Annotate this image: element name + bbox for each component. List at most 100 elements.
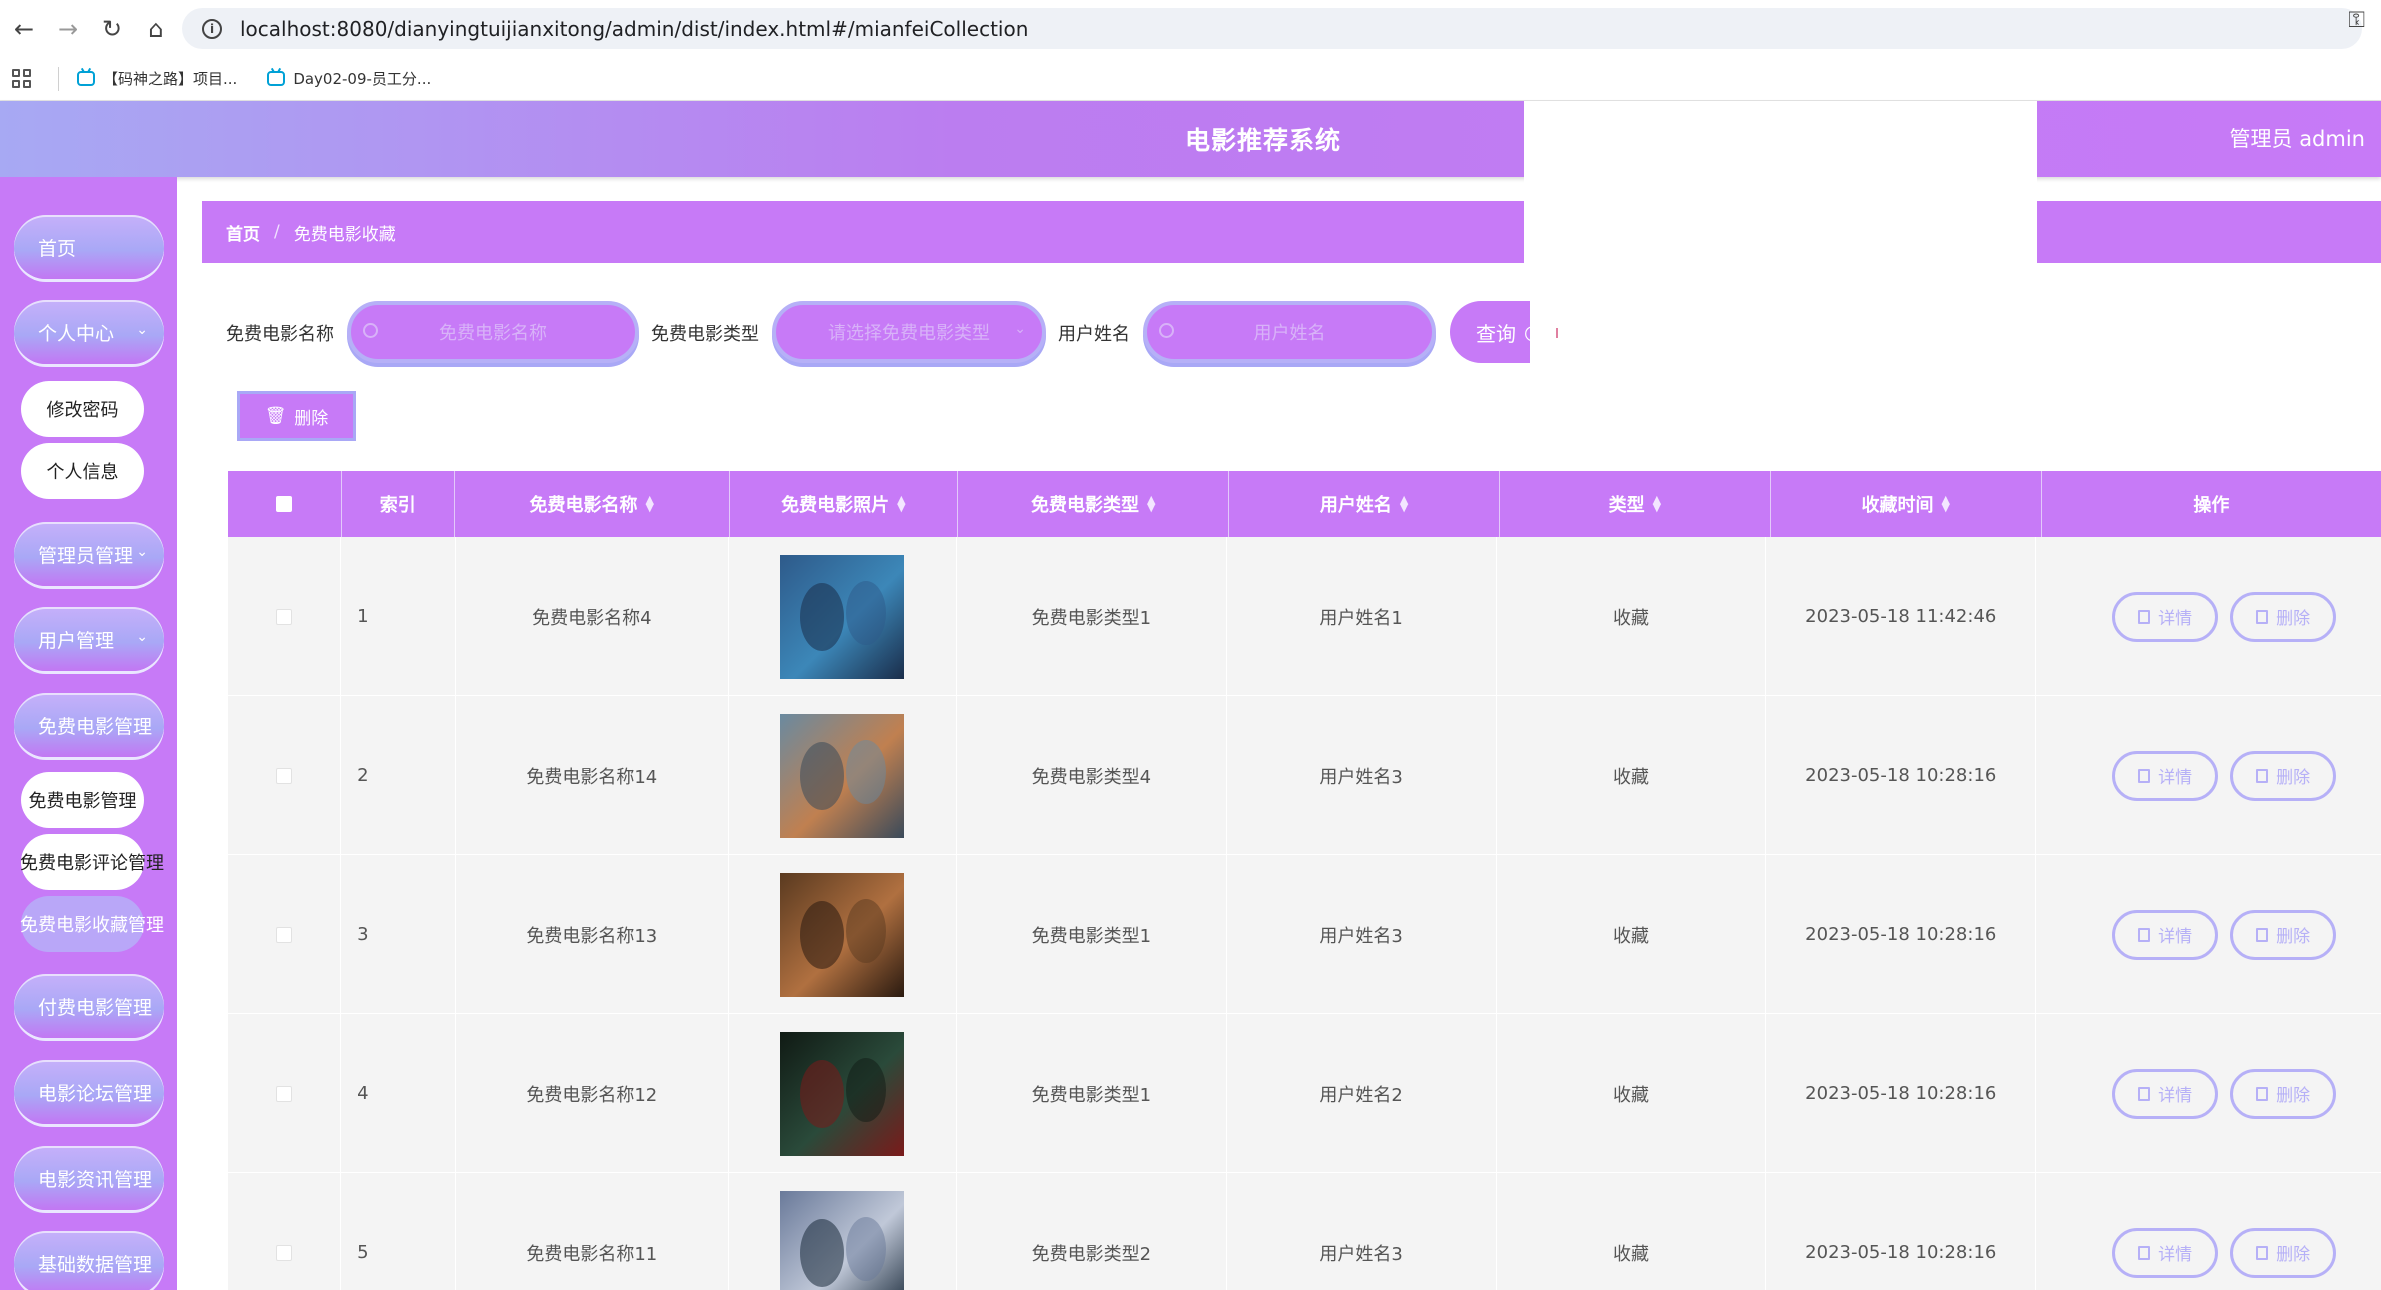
row-select-cell[interactable] (228, 696, 342, 855)
movie-name-input[interactable]: 免费电影名称 (347, 301, 639, 363)
trash-icon (2256, 927, 2269, 942)
row-select-cell[interactable] (228, 855, 342, 1014)
bookmarks-divider (58, 66, 59, 91)
header-label: 免费电影照片 (781, 495, 890, 516)
sidebar-subitem-personal-info[interactable]: 个人信息 (21, 443, 144, 499)
sort-icon[interactable]: ▲ ▼ (1653, 494, 1661, 513)
sidebar-subitem-free-movie-comment[interactable]: 免费电影评论管理 (20, 834, 164, 890)
header-user[interactable]: 用户姓名 ▲ ▼ (1229, 471, 1500, 537)
row-delete-button[interactable]: 删除 (2230, 909, 2337, 960)
detail-button[interactable]: 详情 (2112, 1227, 2219, 1278)
row-movie-photo[interactable]: TITANIC (729, 1173, 957, 1290)
sort-icon[interactable]: ▲ ▼ (1147, 494, 1155, 513)
detail-button[interactable]: 详情 (2112, 909, 2219, 960)
table-row[interactable]: 5免费电影名称11 TITANIC 免费电影类型2用户姓名3收藏2023-05-18… (228, 1173, 2381, 1290)
sidebar-subitem-label: 免费电影收藏管理 (20, 915, 164, 936)
row-index: 2 (341, 696, 456, 855)
table-row[interactable]: 1 免费电影名称4 免费电影类型1 用户姓名1 收藏 2023-05-18 11:42:4… (228, 537, 2381, 696)
row-movie-photo[interactable] (729, 855, 957, 1014)
movie-type-select[interactable]: 请选择免费电影类型 ⌄ (772, 301, 1046, 363)
query-button[interactable]: 查询 ○ (1450, 301, 1530, 363)
sidebar-item-user-mgmt[interactable]: 用户管理 ⌄ (14, 607, 164, 671)
sort-icon[interactable]: ▲ ▼ (1400, 494, 1408, 513)
row-movie-photo[interactable] (729, 537, 957, 696)
sidebar-subitem-free-movie-collection[interactable]: 免费电影收藏管理 (20, 896, 164, 952)
row-kind: 收藏 (1497, 1014, 1767, 1173)
row-checkbox[interactable] (276, 1085, 293, 1102)
bookmark-item[interactable]: Day02-09-员工分... (267, 68, 431, 89)
row-user-name: 用户姓名1 (1227, 537, 1497, 696)
back-icon[interactable]: ← (2, 7, 46, 51)
row-select-cell[interactable] (228, 537, 342, 696)
home-icon[interactable]: ⌂ (134, 7, 178, 51)
detail-button[interactable]: 详情 (2112, 1068, 2219, 1119)
trash-icon (2256, 768, 2269, 783)
header-time[interactable]: 收藏时间 ▲ ▼ (1771, 471, 2042, 537)
sidebar-subitem-free-movie-mgmt[interactable]: 免费电影管理 (21, 772, 144, 828)
forward-icon[interactable]: → (46, 7, 90, 51)
password-key-icon[interactable]: ⚿ (2348, 8, 2365, 33)
table-row[interactable]: 3 免费电影名称13 免费电影类型1 用户姓名3 收藏 2023-05-18 10:28:… (228, 855, 2381, 1014)
user-name-label: 用户姓名 (1058, 324, 1130, 345)
row-select-cell[interactable] (228, 1014, 342, 1173)
breadcrumb-home[interactable]: 首页 (226, 220, 260, 245)
header-photo[interactable]: 免费电影照片 ▲ ▼ (730, 471, 959, 537)
row-movie-type: 免费电影类型1 (957, 1014, 1227, 1173)
row-kind: 收藏 (1497, 696, 1767, 855)
sort-icon[interactable]: ▲ ▼ (1942, 494, 1950, 513)
row-select-cell[interactable] (228, 1173, 342, 1290)
sidebar-item-admin-mgmt[interactable]: 管理员管理 ⌄ (14, 522, 164, 586)
detail-button[interactable]: 详情 (2112, 591, 2219, 642)
current-user[interactable]: 管理员 admin (2230, 123, 2365, 153)
detail-label: 详情 (2158, 1086, 2193, 1106)
url-text[interactable]: localhost:8080/dianyingtuijianxitong/adm… (240, 17, 1028, 41)
header-select-all[interactable] (228, 471, 342, 537)
row-movie-type: 免费电影类型4 (957, 696, 1227, 855)
detail-button[interactable]: 详情 (2112, 750, 2219, 801)
row-movie-photo[interactable] (729, 696, 957, 855)
row-user-name: 用户姓名2 (1227, 1014, 1497, 1173)
site-info-icon[interactable]: i (190, 8, 234, 49)
movie-poster-image: TITANIC (780, 1190, 905, 1290)
header-name[interactable]: 免费电影名称 ▲ ▼ (455, 471, 730, 537)
sort-icon[interactable]: ▲ ▼ (646, 494, 654, 513)
user-name-input[interactable]: 用户姓名 (1143, 301, 1436, 363)
query-button-label: 查询 (1476, 321, 1516, 346)
sidebar-subitem-change-password[interactable]: 修改密码 (21, 381, 144, 437)
cursor-mark (1556, 328, 1558, 338)
detail-label: 详情 (2158, 1245, 2193, 1265)
sidebar-item-paid-movie-mgmt[interactable]: 付费电影管理 (14, 974, 164, 1038)
sidebar-item-label: 管理员管理 (38, 544, 134, 567)
row-delete-button[interactable]: 删除 (2230, 591, 2337, 642)
row-checkbox[interactable] (276, 767, 293, 784)
sidebar: 首页 个人中心 ⌄ 修改密码 个人信息 管理员管理 ⌄ 用户管理 ⌄ 免费电影管… (0, 177, 177, 1290)
table-body: 1 免费电影名称4 免费电影类型1 用户姓名1 收藏 2023-05-18 11:42:4… (228, 537, 2381, 1290)
row-movie-photo[interactable] (729, 1014, 957, 1173)
select-all-checkbox[interactable] (276, 496, 293, 512)
row-index: 4 (341, 1014, 456, 1173)
sidebar-item-free-movie-group[interactable]: 免费电影管理 (14, 693, 164, 757)
reload-icon[interactable]: ↻ (90, 7, 134, 51)
bookmark-item[interactable]: 【码神之路】项目... (77, 68, 237, 89)
apps-grid-icon[interactable] (12, 68, 32, 89)
sidebar-item-basic-data-mgmt[interactable]: 基础数据管理 (14, 1231, 164, 1290)
sidebar-item-movie-forum-mgmt[interactable]: 电影论坛管理 (14, 1060, 164, 1124)
row-delete-button[interactable]: 删除 (2230, 1068, 2337, 1119)
table-row[interactable]: 4 免费电影名称12 免费电影类型1 用户姓名2 收藏 2023-05-18 10:28:… (228, 1014, 2381, 1173)
row-checkbox[interactable] (276, 926, 293, 943)
table-row[interactable]: 2 免费电影名称14 免费电影类型4 用户姓名3 收藏 2023-05-18 10:28:… (228, 696, 2381, 855)
sidebar-item-home[interactable]: 首页 (14, 215, 164, 279)
address-bar[interactable]: i localhost:8080/dianyingtuijianxitong/a… (182, 8, 2362, 49)
bulk-delete-label: 删除 (294, 408, 329, 429)
row-delete-button[interactable]: 删除 (2230, 1227, 2337, 1278)
sort-icon[interactable]: ▲ ▼ (897, 494, 905, 513)
row-checkbox[interactable] (276, 608, 293, 625)
row-delete-button[interactable]: 删除 (2230, 750, 2337, 801)
header-kind[interactable]: 类型 ▲ ▼ (1500, 471, 1771, 537)
bulk-delete-button[interactable]: 🗑 删除 (237, 391, 356, 441)
row-checkbox[interactable] (276, 1244, 293, 1261)
header-type[interactable]: 免费电影类型 ▲ ▼ (958, 471, 1230, 537)
movie-type-label: 免费电影类型 (651, 324, 759, 345)
sidebar-item-personal-center[interactable]: 个人中心 ⌄ (14, 300, 164, 364)
sidebar-item-movie-news-mgmt[interactable]: 电影资讯管理 (14, 1146, 164, 1210)
